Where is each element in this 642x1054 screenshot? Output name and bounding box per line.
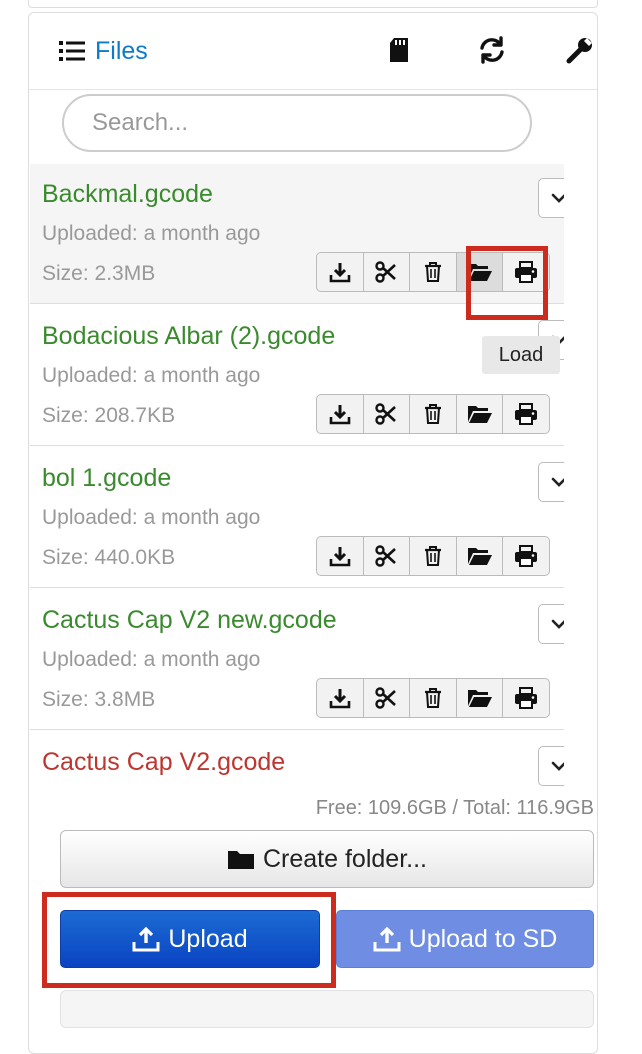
- delete-button[interactable]: [410, 253, 457, 291]
- file-action-group: [316, 252, 550, 292]
- print-icon: [515, 403, 538, 425]
- download-button[interactable]: [317, 679, 364, 717]
- file-size: Size: 208.7KB: [42, 404, 176, 427]
- create-folder-label: Create folder...: [263, 844, 427, 873]
- print-icon: [515, 687, 538, 709]
- search-input[interactable]: [62, 94, 532, 152]
- expand-button[interactable]: [538, 746, 564, 786]
- load-button[interactable]: [456, 253, 504, 291]
- file-item[interactable]: bol 1.gcode Uploaded: a month ago Size: …: [30, 448, 564, 588]
- file-size: Size: 440.0KB: [42, 546, 176, 569]
- folder-open-icon: [467, 264, 492, 281]
- expand-button[interactable]: [538, 604, 564, 644]
- file-item[interactable]: Cactus Cap V2.gcode: [30, 732, 564, 788]
- file-item[interactable]: Cactus Cap V2 new.gcode Uploaded: a mont…: [30, 590, 564, 730]
- chevron-down-icon: [551, 193, 564, 203]
- file-action-group: [316, 536, 550, 576]
- print-icon: [515, 545, 538, 567]
- folder-open-icon: [467, 548, 492, 565]
- sd-card-icon[interactable]: [385, 35, 415, 65]
- create-folder-button[interactable]: Create folder...: [60, 830, 594, 888]
- download-icon: [329, 263, 351, 283]
- upload-icon: [132, 926, 160, 952]
- upload-button[interactable]: Upload: [60, 910, 320, 968]
- trash-icon: [424, 546, 441, 566]
- file-action-group: [316, 678, 550, 718]
- move-button[interactable]: [364, 679, 411, 717]
- upload-sd-label: Upload to SD: [408, 924, 558, 953]
- chevron-down-icon: [551, 619, 564, 629]
- file-name[interactable]: Cactus Cap V2.gcode: [42, 748, 285, 777]
- delete-button[interactable]: [410, 395, 457, 433]
- trash-icon: [424, 262, 441, 282]
- download-icon: [329, 689, 351, 709]
- move-button[interactable]: [364, 537, 411, 575]
- folder-open-icon: [467, 406, 492, 423]
- print-button[interactable]: [503, 679, 549, 717]
- list-icon: [59, 40, 85, 62]
- expand-button[interactable]: [538, 178, 564, 218]
- load-button[interactable]: [457, 395, 504, 433]
- file-uploaded: Uploaded: a month ago: [42, 506, 261, 529]
- folder-open-icon: [467, 690, 492, 707]
- refresh-icon[interactable]: [477, 35, 507, 65]
- files-header: Files: [29, 13, 597, 90]
- upload-icon: [373, 926, 401, 952]
- file-uploaded: Uploaded: a month ago: [42, 648, 261, 671]
- scissors-icon: [375, 687, 397, 709]
- file-action-group: [316, 394, 550, 434]
- load-button[interactable]: [457, 537, 504, 575]
- upload-progress: [60, 990, 594, 1028]
- file-item[interactable]: Bodacious Albar (2).gcode Uploaded: a mo…: [30, 306, 564, 446]
- files-title: Files: [95, 36, 148, 65]
- file-size: Size: 2.3MB: [42, 262, 156, 285]
- delete-button[interactable]: [410, 537, 457, 575]
- scissors-icon: [375, 261, 397, 283]
- download-button[interactable]: [317, 253, 364, 291]
- print-button[interactable]: [503, 253, 549, 291]
- load-tooltip: Load: [482, 336, 560, 374]
- download-button[interactable]: [317, 395, 364, 433]
- chevron-down-icon: [551, 761, 564, 771]
- chevron-down-icon: [551, 477, 564, 487]
- scissors-icon: [375, 403, 397, 425]
- file-name[interactable]: Backmal.gcode: [42, 180, 213, 209]
- download-icon: [329, 547, 351, 567]
- file-item[interactable]: Backmal.gcode Uploaded: a month ago Size…: [30, 164, 564, 304]
- upload-label: Upload: [168, 924, 248, 953]
- delete-button[interactable]: [410, 679, 457, 717]
- expand-button[interactable]: [538, 462, 564, 502]
- file-uploaded: Uploaded: a month ago: [42, 222, 261, 245]
- print-button[interactable]: [503, 395, 549, 433]
- print-icon: [515, 261, 538, 283]
- folder-icon: [228, 851, 254, 869]
- file-size: Size: 3.8MB: [42, 688, 156, 711]
- move-button[interactable]: [364, 253, 411, 291]
- load-button[interactable]: [457, 679, 504, 717]
- scissors-icon: [375, 545, 397, 567]
- file-uploaded: Uploaded: a month ago: [42, 364, 261, 387]
- download-button[interactable]: [317, 537, 364, 575]
- previous-panel-edge: [28, 0, 598, 8]
- trash-icon: [424, 688, 441, 708]
- file-name[interactable]: Cactus Cap V2 new.gcode: [42, 606, 337, 635]
- trash-icon: [424, 404, 441, 424]
- move-button[interactable]: [364, 395, 411, 433]
- storage-info: Free: 109.6GB / Total: 116.9GB: [315, 797, 594, 819]
- files-title-link[interactable]: Files: [59, 35, 148, 67]
- upload-sd-button[interactable]: Upload to SD: [336, 910, 594, 968]
- file-name[interactable]: bol 1.gcode: [42, 464, 171, 493]
- file-name[interactable]: Bodacious Albar (2).gcode: [42, 322, 335, 351]
- wrench-icon[interactable]: [565, 35, 595, 65]
- file-list: Backmal.gcode Uploaded: a month ago Size…: [30, 164, 564, 788]
- download-icon: [329, 405, 351, 425]
- print-button[interactable]: [503, 537, 549, 575]
